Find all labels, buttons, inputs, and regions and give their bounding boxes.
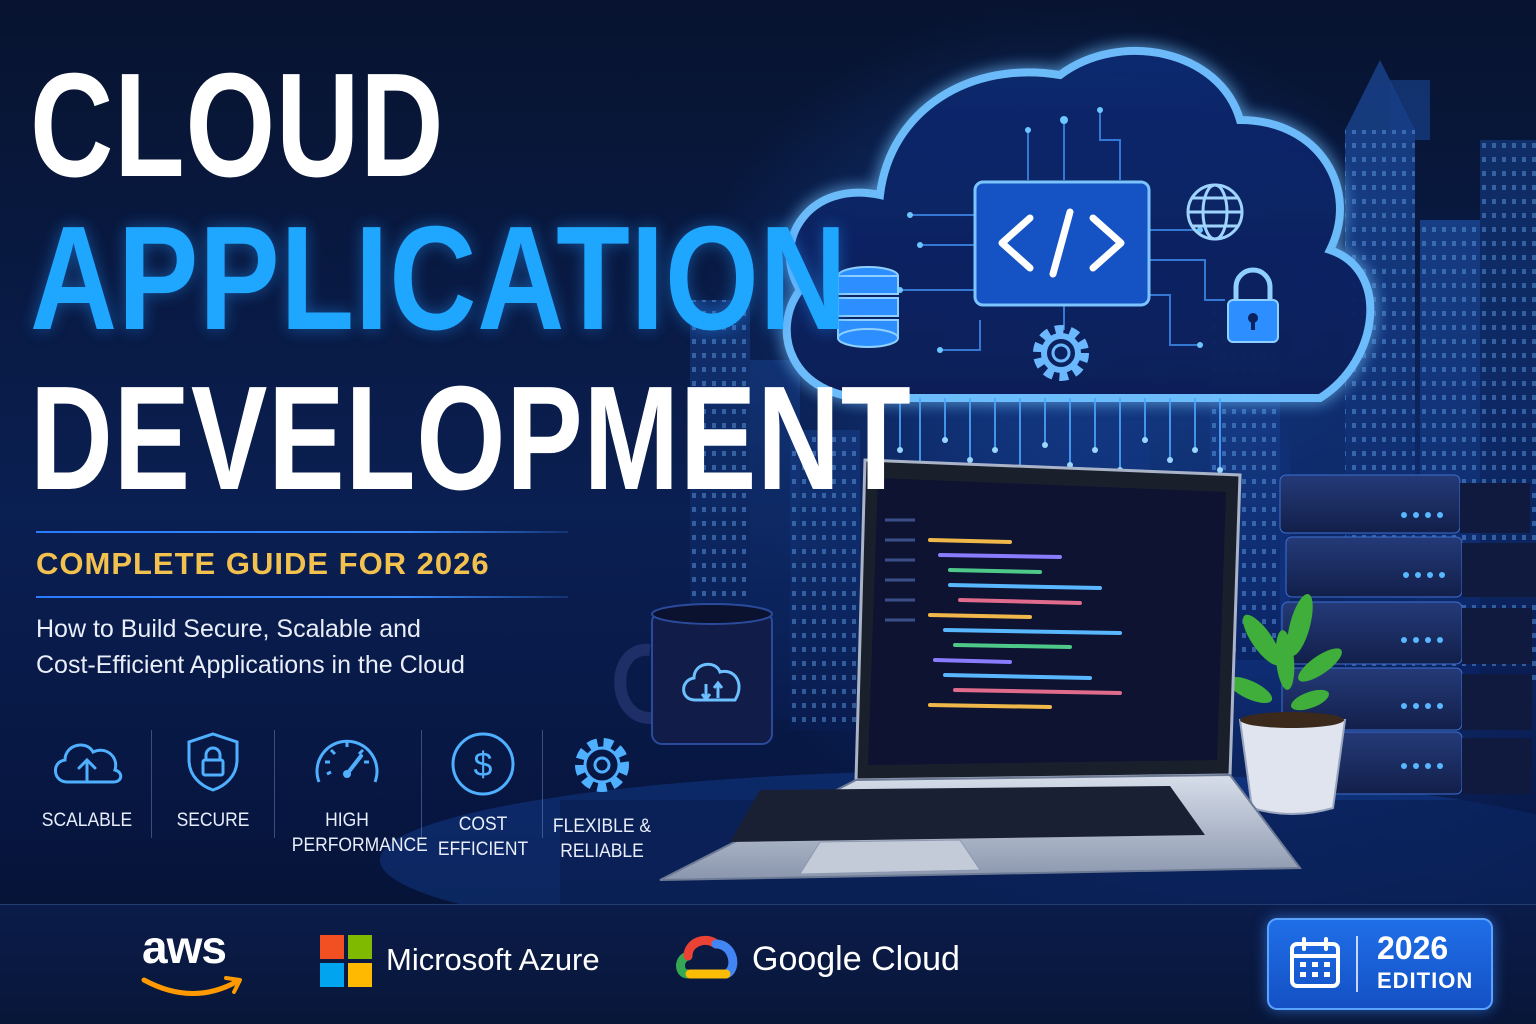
divider-top bbox=[36, 531, 568, 533]
edition-badge: 2026 EDITION bbox=[1267, 918, 1493, 1010]
microsoft-azure-label: Microsoft Azure bbox=[386, 942, 600, 977]
edition-year: 2026 bbox=[1377, 930, 1449, 966]
cover-banner: CLOUD APPLICATION DEVELOPMENT COMPLETE G… bbox=[0, 0, 1536, 1024]
feature-label: FLEXIBLE & RELIABLE bbox=[552, 816, 652, 862]
edition-word: EDITION bbox=[1377, 968, 1474, 993]
subtitle-line-1: How to Build Secure, Scalable and bbox=[36, 615, 421, 643]
divider-bottom bbox=[36, 596, 568, 598]
feature-label: SECURE bbox=[176, 810, 250, 831]
feature-high-performance: HIGH PERFORMANCE bbox=[287, 730, 428, 858]
google-cloud-logo-icon bbox=[676, 936, 738, 979]
feature-secure: SECURE bbox=[153, 730, 273, 833]
feature-cost-efficient: $ COST EFFICIENT bbox=[423, 730, 543, 862]
google-cloud-label: Google Cloud bbox=[752, 940, 960, 978]
gear-icon bbox=[575, 738, 629, 792]
feature-label: HIGH PERFORMANCE bbox=[291, 810, 428, 856]
feature-label: SCALABLE bbox=[41, 810, 133, 831]
coffee-mug bbox=[614, 603, 773, 745]
dollar-coin-icon: $ bbox=[451, 732, 515, 796]
title-line-application: APPLICATION bbox=[30, 196, 848, 361]
guide-label: COMPLETE GUIDE FOR 2026 bbox=[36, 546, 490, 581]
feature-label: COST EFFICIENT bbox=[437, 814, 529, 860]
svg-text:$: $ bbox=[474, 746, 493, 784]
title-line-development: DEVELOPMENT bbox=[30, 356, 912, 521]
speedometer-icon bbox=[315, 739, 379, 783]
edition-divider bbox=[1356, 936, 1358, 992]
shield-lock-icon bbox=[187, 732, 239, 792]
title-line-cloud: CLOUD bbox=[30, 43, 445, 208]
aws-logo-text: aws bbox=[142, 921, 227, 973]
feature-separator bbox=[151, 730, 152, 838]
cloud-upload-icon bbox=[54, 743, 123, 784]
feature-flexible-reliable: FLEXIBLE & RELIABLE bbox=[542, 730, 662, 864]
microsoft-logo-icon bbox=[320, 935, 372, 987]
feature-separator bbox=[274, 730, 275, 838]
subtitle-line-2: Cost-Efficient Applications in the Cloud bbox=[36, 651, 465, 679]
feature-separator bbox=[421, 730, 422, 838]
feature-scalable: SCALABLE bbox=[27, 730, 147, 833]
calendar-icon bbox=[1290, 937, 1340, 988]
aws-smile-icon bbox=[141, 976, 242, 996]
code-brackets-icon bbox=[973, 180, 1151, 307]
